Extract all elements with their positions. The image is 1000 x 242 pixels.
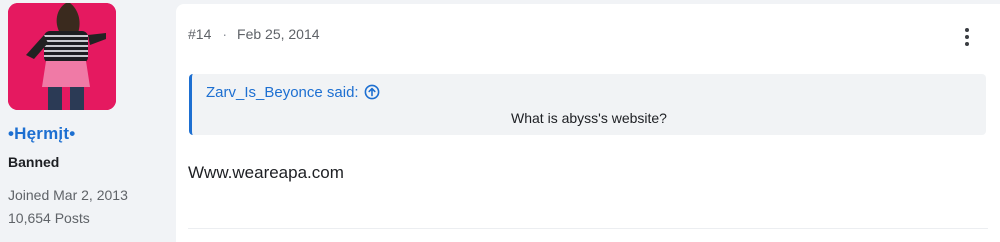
user-title: Banned [8, 154, 60, 170]
post-count: 10,654 Posts [8, 210, 90, 226]
post-body: #14 · Feb 25, 2014 Zarv_Is_Beyonce said: W… [176, 4, 1000, 242]
joined-date: Joined Mar 2, 2013 [8, 187, 128, 203]
meta-separator: · [222, 26, 228, 42]
quote-author: Zarv_Is_Beyonce said: [206, 84, 359, 101]
avatar[interactable] [8, 3, 116, 110]
avatar-image [8, 3, 116, 110]
forum-post: •Hęrmįt• Banned Joined Mar 2, 2013 10,65… [0, 0, 1000, 242]
quote-author-link[interactable]: Zarv_Is_Beyonce said: [206, 84, 380, 101]
post-message: Www.weareapa.com [188, 163, 344, 182]
quote-text: What is abyss's website? [511, 110, 667, 126]
post-number[interactable]: #14 [188, 26, 211, 42]
more-vertical-icon-dot [965, 42, 969, 46]
username[interactable]: •Hęrmįt• [8, 124, 75, 144]
post-meta: #14 · Feb 25, 2014 [188, 26, 320, 42]
more-options-button[interactable] [955, 20, 979, 50]
more-vertical-icon [965, 28, 969, 32]
author-panel: •Hęrmįt• Banned Joined Mar 2, 2013 10,65… [0, 0, 175, 242]
quote-block: Zarv_Is_Beyonce said: What is abyss's we… [189, 74, 986, 135]
post-divider [188, 228, 988, 229]
more-vertical-icon-dot [965, 35, 969, 39]
post-date[interactable]: Feb 25, 2014 [237, 26, 320, 42]
arrow-up-circle-icon[interactable] [364, 84, 380, 100]
